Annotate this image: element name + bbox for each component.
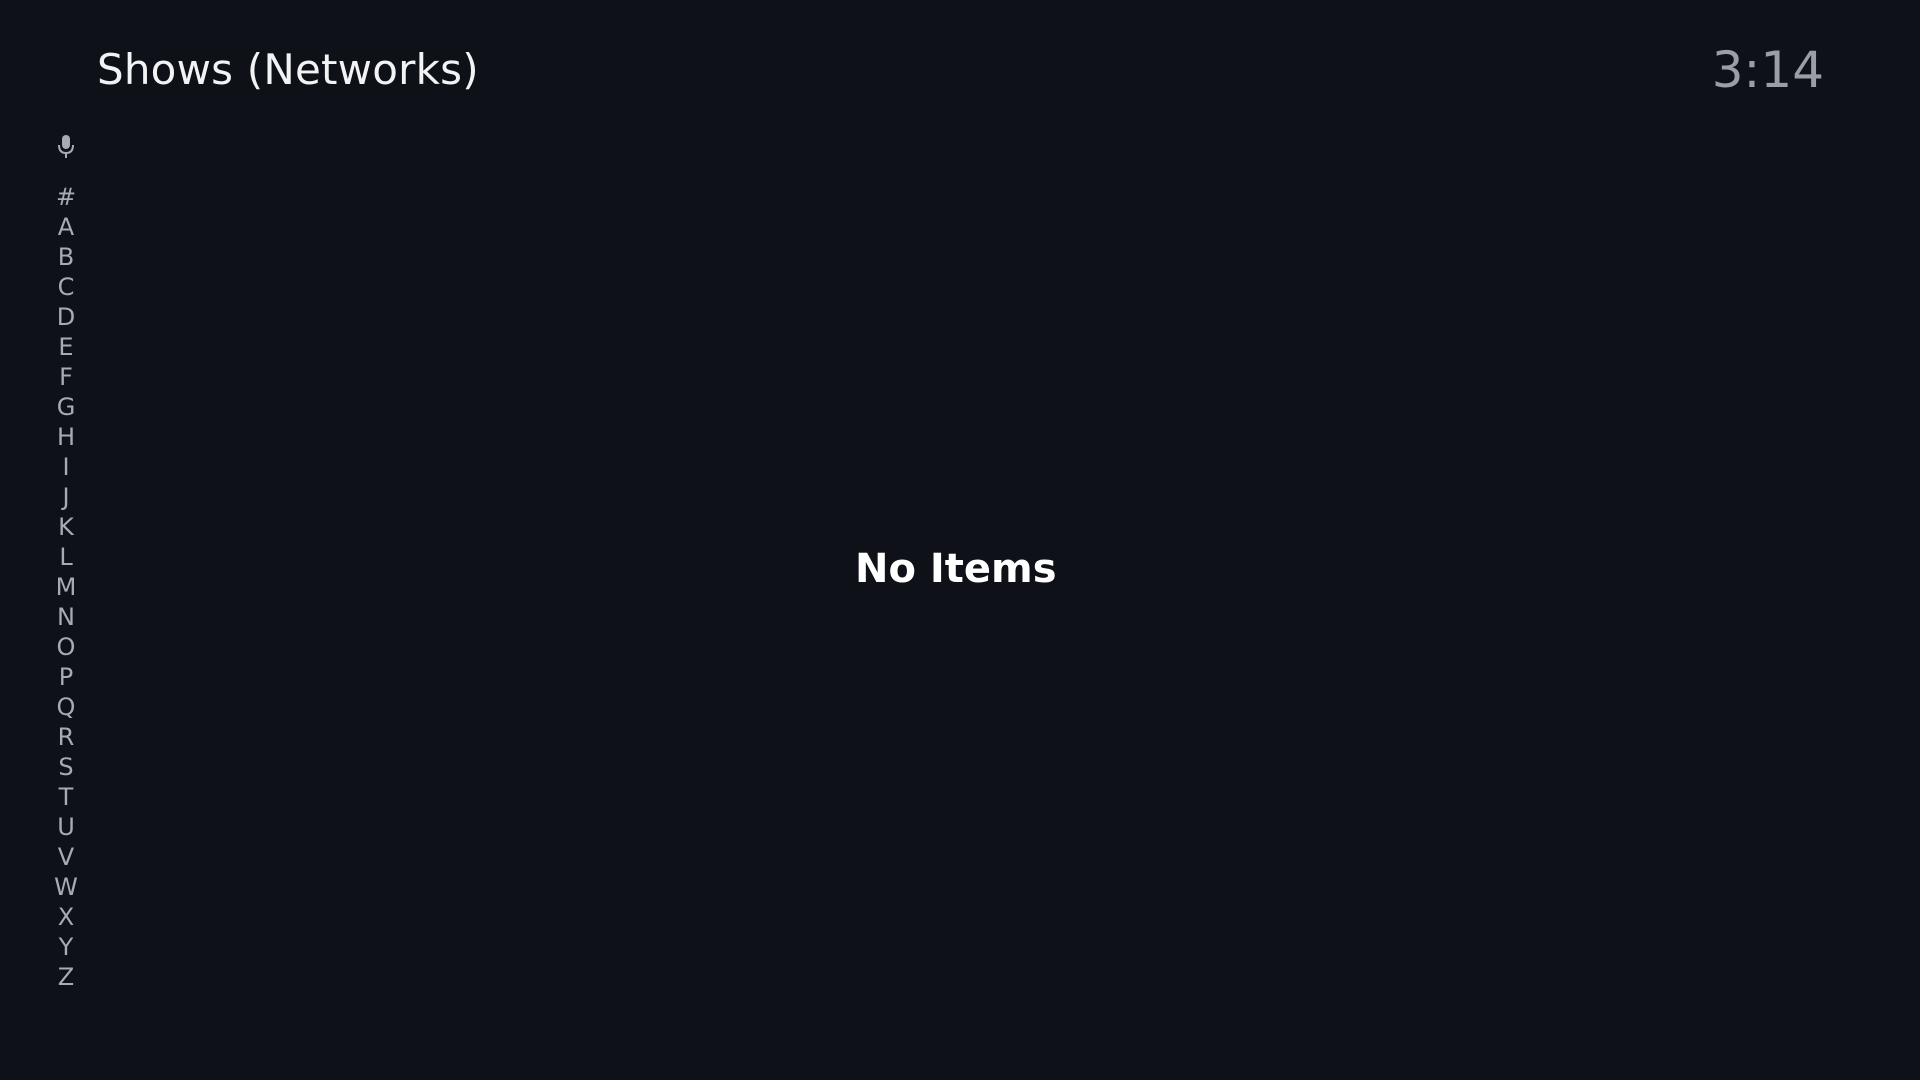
alphabet-letter-a[interactable]: A <box>46 212 86 242</box>
clock: 3:14 <box>1711 41 1824 99</box>
alphabet-letter-q[interactable]: Q <box>46 692 86 722</box>
alphabet-letter-j[interactable]: J <box>46 482 86 512</box>
alphabet-letter-x[interactable]: X <box>46 902 86 932</box>
alphabet-letter-p[interactable]: P <box>46 662 86 692</box>
alphabet-letter-e[interactable]: E <box>46 332 86 362</box>
alphabet-letter-m[interactable]: M <box>46 572 86 602</box>
alphabet-letter-hash[interactable]: # <box>46 182 86 212</box>
alphabet-list: # A B C D E F G H I J K L M N O P Q R S T U V W X Y Z <box>46 182 86 992</box>
alphabet-letter-g[interactable]: G <box>46 392 86 422</box>
alphabet-letter-c[interactable]: C <box>46 272 86 302</box>
alphabet-letter-t[interactable]: T <box>46 782 86 812</box>
alphabet-letter-b[interactable]: B <box>46 242 86 272</box>
alphabet-letter-y[interactable]: Y <box>46 932 86 962</box>
alphabet-letter-d[interactable]: D <box>46 302 86 332</box>
alphabet-letter-u[interactable]: U <box>46 812 86 842</box>
app-screen: Shows (Networks) 3:14 # A B C D E F G H I J K L M N O P Q… <box>0 0 1920 1080</box>
alphabet-letter-v[interactable]: V <box>46 842 86 872</box>
alphabet-letter-k[interactable]: K <box>46 512 86 542</box>
alphabet-letter-f[interactable]: F <box>46 362 86 392</box>
alphabet-letter-n[interactable]: N <box>46 602 86 632</box>
alphabet-letter-i[interactable]: I <box>46 452 86 482</box>
empty-state-message: No Items <box>855 546 1057 592</box>
alphabet-letter-w[interactable]: W <box>46 872 86 902</box>
alphabet-letter-r[interactable]: R <box>46 722 86 752</box>
alphabet-letter-z[interactable]: Z <box>46 962 86 992</box>
alphabet-letter-s[interactable]: S <box>46 752 86 782</box>
alphabet-letter-h[interactable]: H <box>46 422 86 452</box>
alphabet-letter-o[interactable]: O <box>46 632 86 662</box>
page-title: Shows (Networks) <box>97 45 479 94</box>
alphabet-letter-l[interactable]: L <box>46 542 86 572</box>
alphabet-jump-rail: # A B C D E F G H I J K L M N O P Q R S T U V W X Y Z <box>46 134 86 992</box>
microphone-icon[interactable] <box>46 134 86 168</box>
